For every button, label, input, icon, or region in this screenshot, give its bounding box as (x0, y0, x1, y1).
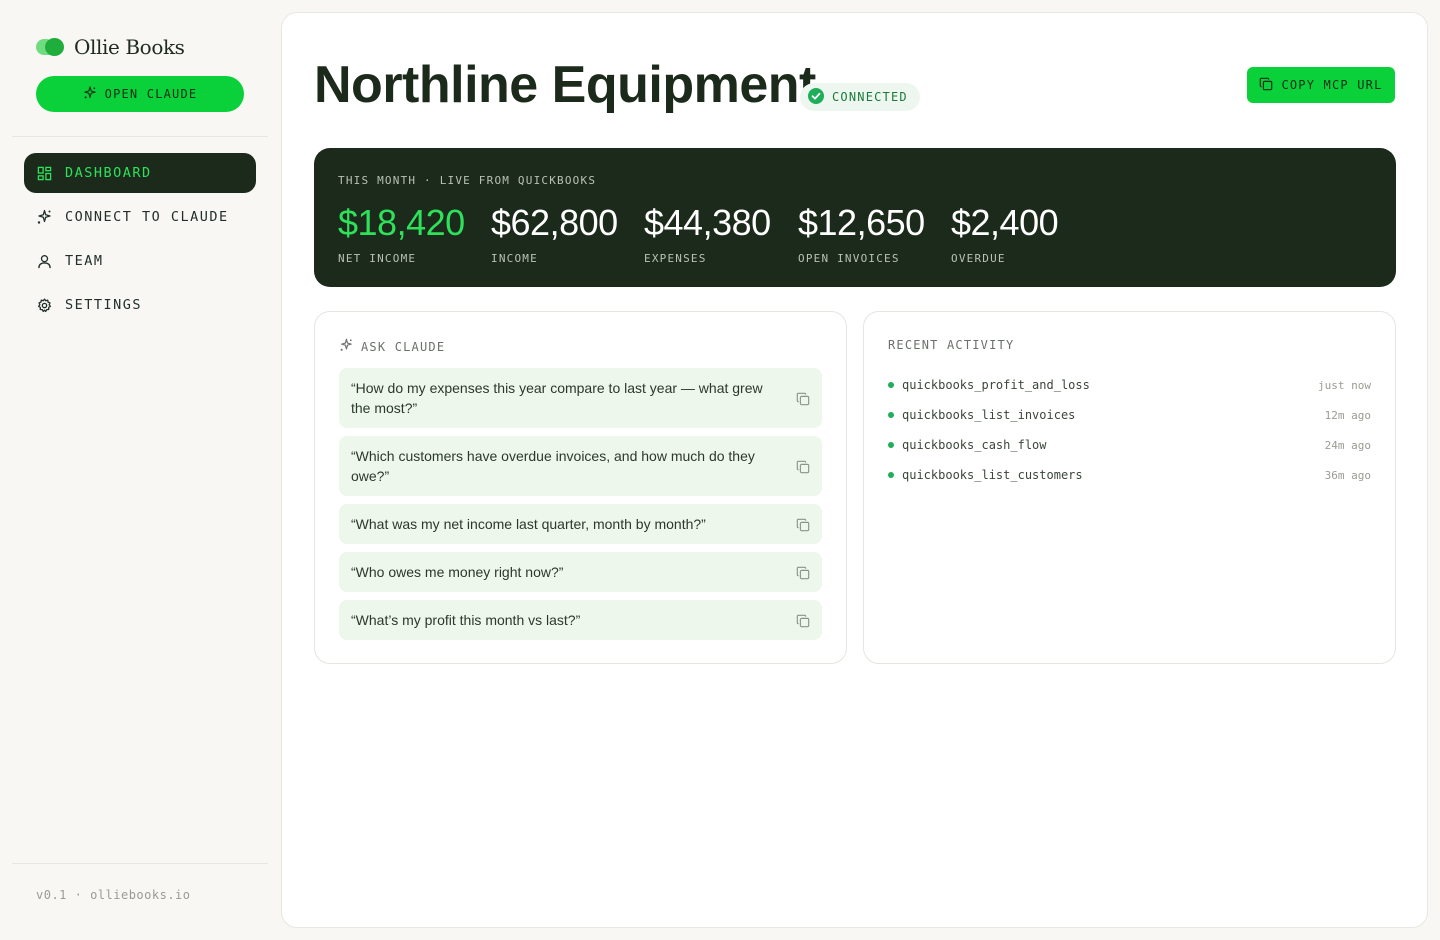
stat-value: $62,800 (491, 202, 618, 243)
list-item: quickbooks_list_invoices 12m ago (888, 400, 1371, 430)
recent-activity-card: RECENT ACTIVITY quickbooks_profit_and_lo… (863, 311, 1396, 664)
page-title: Northline Equipment (314, 56, 816, 114)
copy-icon[interactable] (796, 517, 810, 537)
stats-caption: THIS MONTH · LIVE FROM QUICKBOOKS (338, 174, 597, 187)
prompt-text: “How do my expenses this year compare to… (351, 380, 763, 416)
prompt-text: “Who owes me money right now?” (351, 564, 564, 580)
prompt-item[interactable]: “What’s my profit this month vs last?” (339, 600, 822, 640)
sidebar-item-label: DASHBOARD (65, 165, 152, 181)
stat-value: $44,380 (644, 202, 771, 243)
activity-time: just now (1318, 378, 1371, 392)
sidebar-item-settings[interactable]: SETTINGS (24, 285, 256, 325)
stat-value: $12,650 (798, 202, 925, 243)
check-circle-icon (808, 87, 824, 107)
sidebar-item-label: SETTINGS (65, 297, 143, 313)
copy-icon[interactable] (796, 391, 810, 411)
sidebar-item-team[interactable]: TEAM (24, 241, 256, 281)
prompt-item[interactable]: “What was my net income last quarter, mo… (339, 504, 822, 544)
stat-label: OVERDUE (951, 252, 1006, 265)
list-item: quickbooks_cash_flow 24m ago (888, 430, 1371, 460)
activity-time: 24m ago (1324, 438, 1371, 452)
sidebar-item-connect-to-claude[interactable]: CONNECT TO CLAUDE (24, 197, 256, 237)
card-header: ASK CLAUDE (339, 338, 445, 355)
sparkle-icon (339, 338, 353, 355)
stat-overdue: $2,400 OVERDUE (951, 202, 1059, 265)
copy-icon[interactable] (796, 459, 810, 479)
status-dot-icon (888, 382, 894, 388)
sparkle-icon (83, 85, 97, 103)
status-dot-icon (888, 412, 894, 418)
sparkle-icon (36, 209, 52, 225)
brand-name: Ollie Books (74, 35, 185, 59)
stat-label: EXPENSES (644, 252, 707, 265)
list-item: quickbooks_profit_and_loss just now (888, 370, 1371, 400)
stat-value: $18,420 (338, 202, 465, 243)
prompt-item[interactable]: “Which customers have overdue invoices, … (339, 436, 822, 496)
ollie-logo-icon (36, 37, 64, 57)
sidebar: Ollie Books OPEN CLAUDE DASHBOARD CONNEC… (0, 0, 280, 940)
sidebar-item-label: TEAM (65, 253, 104, 269)
status-dot-icon (888, 442, 894, 448)
copy-mcp-url-button[interactable]: COPY MCP URL (1247, 67, 1395, 103)
open-claude-label: OPEN CLAUDE (104, 87, 198, 101)
ask-claude-card: ASK CLAUDE “How do my expenses this year… (314, 311, 847, 664)
copy-icon[interactable] (796, 613, 810, 633)
stat-label: OPEN INVOICES (798, 252, 900, 265)
stat-net-income: $18,420 NET INCOME (338, 202, 465, 265)
stat-expenses: $44,380 EXPENSES (644, 202, 771, 265)
prompt-item[interactable]: “How do my expenses this year compare to… (339, 368, 822, 428)
status-dot-icon (888, 472, 894, 478)
divider (12, 136, 268, 137)
card-header: RECENT ACTIVITY (888, 338, 1014, 352)
divider (12, 863, 268, 864)
brand[interactable]: Ollie Books (36, 34, 185, 60)
open-claude-button[interactable]: OPEN CLAUDE (36, 76, 244, 112)
copy-mcp-url-label: COPY MCP URL (1281, 78, 1383, 92)
status-badge: CONNECTED (800, 83, 920, 111)
activity-time: 12m ago (1324, 408, 1371, 422)
status-text: CONNECTED (832, 90, 908, 104)
sidebar-item-label: CONNECT TO CLAUDE (65, 209, 229, 225)
copy-icon (1259, 77, 1273, 94)
prompt-list: “How do my expenses this year compare to… (339, 368, 822, 648)
stat-label: INCOME (491, 252, 538, 265)
stat-label: NET INCOME (338, 252, 417, 265)
activity-name: quickbooks_list_customers (902, 468, 1083, 482)
activity-name: quickbooks_profit_and_loss (902, 378, 1090, 392)
version-footer: v0.1 · olliebooks.io (36, 888, 191, 902)
dashboard-icon (36, 165, 52, 181)
prompt-item[interactable]: “Who owes me money right now?” (339, 552, 822, 592)
activity-name: quickbooks_list_invoices (902, 408, 1076, 422)
activity-name: quickbooks_cash_flow (902, 438, 1047, 452)
stat-open-invoices: $12,650 OPEN INVOICES (798, 202, 925, 265)
stats-banner: THIS MONTH · LIVE FROM QUICKBOOKS $18,42… (314, 148, 1396, 287)
card-title: ASK CLAUDE (361, 339, 446, 354)
stat-value: $2,400 (951, 202, 1059, 243)
sidebar-nav: DASHBOARD CONNECT TO CLAUDE TEAM SETTING… (24, 153, 256, 329)
prompt-text: “What was my net income last quarter, mo… (351, 516, 706, 532)
activity-list: quickbooks_profit_and_loss just now quic… (888, 370, 1371, 490)
activity-time: 36m ago (1324, 468, 1371, 482)
card-title: RECENT ACTIVITY (888, 338, 1015, 352)
stat-income: $62,800 INCOME (491, 202, 618, 265)
prompt-text: “What’s my profit this month vs last?” (351, 612, 581, 628)
list-item: quickbooks_list_customers 36m ago (888, 460, 1371, 490)
sidebar-item-dashboard[interactable]: DASHBOARD (24, 153, 256, 193)
gear-icon (36, 297, 52, 313)
copy-icon[interactable] (796, 565, 810, 585)
main-panel: Northline Equipment CONNECTED COPY MCP U… (281, 12, 1428, 928)
prompt-text: “Which customers have overdue invoices, … (351, 448, 755, 484)
user-icon (36, 253, 52, 269)
